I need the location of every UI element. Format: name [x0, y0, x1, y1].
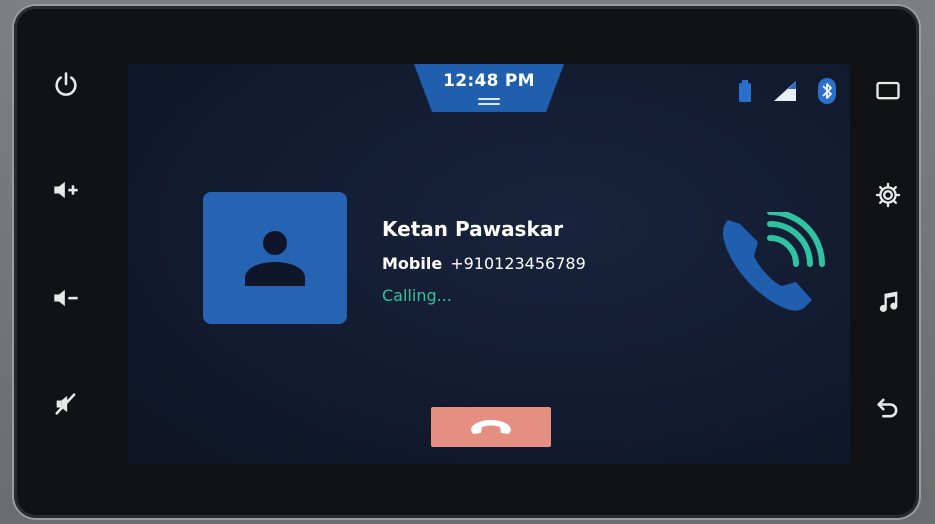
settings-icon: [875, 182, 901, 208]
clock-time: 12:48 PM: [443, 71, 535, 91]
mute-icon: [55, 393, 76, 415]
back-icon: [877, 398, 898, 418]
clock-tab[interactable]: 12:48 PM: [414, 64, 564, 112]
power-icon: [55, 72, 77, 96]
volume-down-button[interactable]: [46, 278, 86, 318]
head-unit-bezel: 12:48 PM Ketan Pawaskar Mobile +91012345…: [14, 6, 919, 518]
back-button[interactable]: [868, 388, 908, 428]
hang-up-icon: [471, 420, 511, 434]
status-icons: [738, 78, 836, 104]
bluetooth-icon: [818, 78, 836, 104]
volume-up-button[interactable]: [46, 170, 86, 210]
volume-up-icon: [54, 181, 78, 199]
contact-name: Ketan Pawaskar: [382, 217, 564, 241]
signal-icon: [774, 81, 796, 101]
number-type-label: Mobile: [382, 254, 443, 273]
settings-button[interactable]: [868, 175, 908, 215]
end-call-button[interactable]: [431, 407, 551, 447]
home-screen-icon: [876, 81, 900, 100]
touch-screen: 12:48 PM Ketan Pawaskar Mobile +91012345…: [128, 64, 850, 464]
music-icon: [879, 291, 898, 312]
outgoing-call-icon: [723, 212, 825, 311]
drag-handle-icon: [478, 95, 500, 105]
person-icon: [245, 231, 305, 286]
power-button[interactable]: [46, 64, 86, 104]
battery-icon: [739, 80, 751, 102]
home-screen-button[interactable]: [868, 70, 908, 110]
contact-avatar: [203, 192, 347, 324]
call-status: Calling...: [382, 286, 452, 305]
volume-down-icon: [54, 289, 78, 307]
contact-number-line: Mobile +910123456789: [382, 254, 586, 273]
phone-number: +910123456789: [450, 254, 586, 273]
mute-button[interactable]: [46, 384, 86, 424]
music-button[interactable]: [868, 282, 908, 322]
